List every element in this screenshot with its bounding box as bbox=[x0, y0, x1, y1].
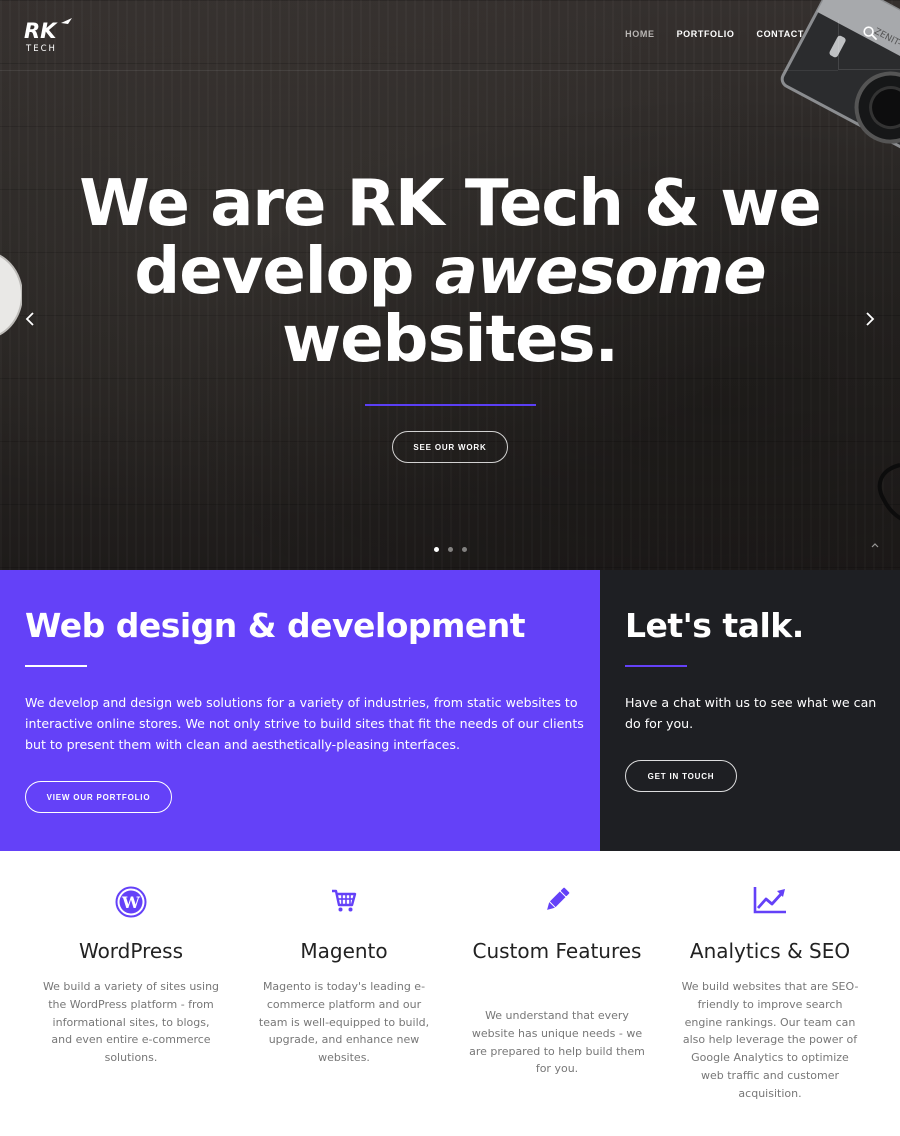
design-heading: Web design & development bbox=[25, 606, 526, 645]
search-icon bbox=[863, 26, 877, 40]
talk-body: Have a chat with us to see what we can d… bbox=[625, 695, 877, 731]
design-body: We develop and design web solutions for … bbox=[25, 695, 584, 752]
search-button[interactable] bbox=[838, 20, 900, 70]
slider-dot-2[interactable] bbox=[448, 547, 453, 552]
slider-next-icon[interactable] bbox=[862, 310, 878, 328]
service-analytics-icon-wrap bbox=[680, 886, 860, 918]
services-section: W WordPress We build a variety of sites … bbox=[0, 851, 900, 1136]
hero-title-line-3: websites. bbox=[282, 303, 619, 377]
hero-divider bbox=[365, 404, 536, 406]
nav-divider bbox=[0, 70, 838, 71]
pencil-icon bbox=[547, 887, 570, 910]
service-magento-icon-wrap bbox=[254, 886, 434, 918]
slider-dot-1[interactable] bbox=[434, 547, 439, 552]
slider-dot-3[interactable] bbox=[462, 547, 467, 552]
nav-home[interactable]: HOME bbox=[625, 29, 654, 39]
service-title: Custom Features bbox=[472, 939, 642, 963]
hero-title-line-2: develop awesome bbox=[0, 238, 900, 306]
shopping-cart-icon bbox=[332, 889, 357, 912]
get-in-touch-button[interactable]: GET IN TOUCH bbox=[625, 760, 737, 792]
hero-title-develop: develop bbox=[134, 235, 435, 309]
slider-pagination bbox=[434, 547, 467, 552]
design-divider bbox=[25, 665, 87, 667]
service-body: We build websites that are SEO-friendly … bbox=[681, 980, 859, 1100]
design-development-panel: Web design & development We develop and … bbox=[0, 570, 600, 851]
hero-title-awesome: awesome bbox=[434, 235, 767, 309]
service-wordpress-icon-wrap: W bbox=[41, 886, 221, 918]
service-body: We understand that every website has uni… bbox=[469, 1009, 645, 1076]
service-body: We build a variety of sites using the Wo… bbox=[42, 980, 220, 1065]
talk-heading: Let's talk. bbox=[625, 606, 804, 645]
service-title: Analytics & SEO bbox=[689, 939, 851, 963]
svg-text:RK: RK bbox=[24, 19, 58, 43]
wordpress-icon: W bbox=[115, 886, 147, 918]
nav-portfolio[interactable]: PORTFOLIO bbox=[677, 29, 735, 39]
service-title: Magento bbox=[300, 939, 388, 963]
nav-contact[interactable]: CONTACT bbox=[756, 29, 804, 39]
see-our-work-button[interactable]: SEE OUR WORK bbox=[392, 431, 508, 463]
slider-prev-icon[interactable] bbox=[22, 310, 38, 328]
main-nav: HOME PORTFOLIO CONTACT bbox=[625, 29, 804, 39]
lets-talk-panel: Let's talk. Have a chat with us to see w… bbox=[600, 570, 900, 851]
hero-slider: ZENIT-E RK TECH HOME PORTFOLIO CONTACT W… bbox=[0, 0, 900, 570]
hero-title: We are RK Tech & we develop awesome webs… bbox=[0, 170, 900, 374]
view-portfolio-button[interactable]: VIEW OUR PORTFOLIO bbox=[25, 781, 172, 813]
line-chart-icon bbox=[753, 887, 786, 914]
service-title: WordPress bbox=[78, 939, 184, 963]
hero-title-line-1: We are RK Tech & we bbox=[79, 167, 822, 241]
talk-divider bbox=[625, 665, 687, 667]
glasses-image bbox=[877, 463, 900, 521]
back-to-top-icon[interactable] bbox=[860, 530, 890, 560]
rk-tech-logo[interactable]: RK TECH bbox=[24, 18, 74, 54]
svg-text:W: W bbox=[121, 893, 141, 912]
service-custom-icon-wrap bbox=[467, 886, 647, 918]
svg-text:TECH: TECH bbox=[25, 44, 57, 54]
service-body: Magento is today's leading e-commerce pl… bbox=[258, 980, 430, 1065]
